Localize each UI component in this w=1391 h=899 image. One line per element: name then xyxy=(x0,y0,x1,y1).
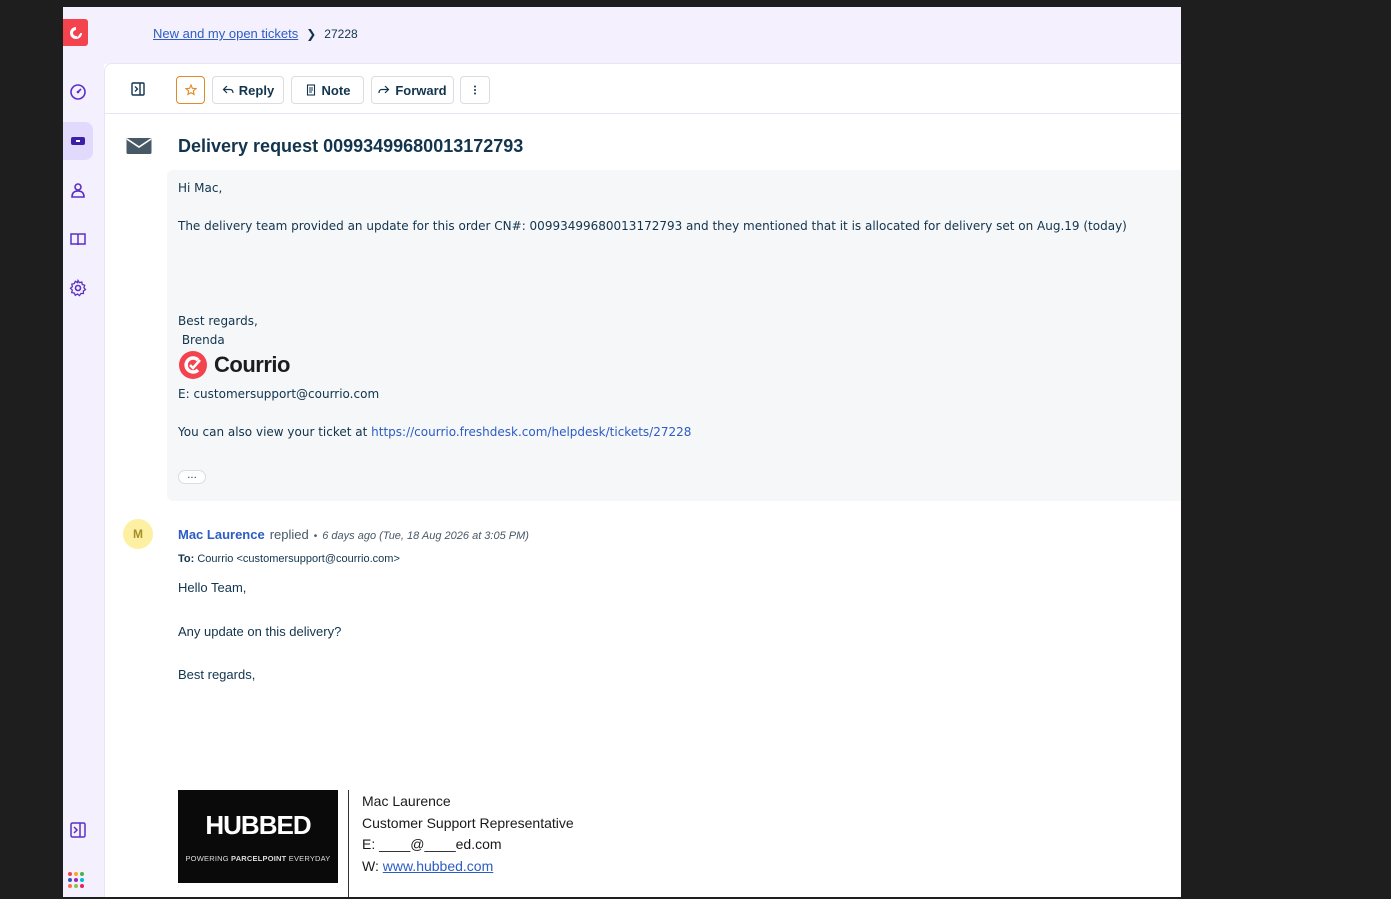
apps-grid-icon[interactable] xyxy=(67,871,85,889)
star-icon xyxy=(184,84,197,96)
reply-separator: • xyxy=(313,531,318,542)
reply-arrow-icon xyxy=(222,85,234,94)
rail-dashboard-button[interactable] xyxy=(63,73,93,111)
avatar: M xyxy=(123,519,153,549)
quoted-signer: Brenda xyxy=(178,333,225,347)
rail-contacts-button[interactable] xyxy=(63,171,93,209)
helpdesk-app: New and my open tickets ❯ 27228 Reply No… xyxy=(63,7,1181,897)
star-button[interactable] xyxy=(176,76,205,104)
vertical-dots-icon xyxy=(474,85,476,95)
ticket-content-panel: Reply Note Forward Delivery request 0099… xyxy=(104,63,1181,897)
quoted-view-line: You can also view your ticket at https:/… xyxy=(178,425,691,439)
reply-verb: replied xyxy=(269,527,309,542)
quoted-greeting: Hi Mac, xyxy=(178,181,223,195)
more-actions-button[interactable] xyxy=(460,76,490,104)
view-ticket-prefix: You can also view your ticket at xyxy=(178,425,372,439)
book-icon xyxy=(70,233,86,246)
hubbed-logo-text: HUBBED xyxy=(205,810,311,840)
note-icon xyxy=(306,84,315,96)
note-button-label: Note xyxy=(321,82,351,98)
reply-body: Any update on this delivery? xyxy=(178,624,342,639)
signature-website: W: www.hubbed.com xyxy=(362,858,494,874)
ticket-icon xyxy=(71,137,85,145)
reply-greeting: Hello Team, xyxy=(178,580,247,595)
sidebar-expand-icon xyxy=(70,822,86,838)
forward-button-label: Forward xyxy=(395,82,447,98)
courrio-brand: Courrio xyxy=(178,350,290,380)
quoted-regards: Best regards, xyxy=(178,314,258,328)
rail-expand-button[interactable] xyxy=(63,811,93,849)
hubbed-logo: HUBBED POWERING PARCELPOINT EVERYDAY xyxy=(178,790,338,883)
reply-to-line: To: Courrio <customersupport@courrio.com… xyxy=(178,553,400,565)
to-value: Courrio <customersupport@courrio.com> xyxy=(197,553,400,565)
show-more-button[interactable]: ... xyxy=(178,470,206,484)
rail-settings-button[interactable] xyxy=(63,269,93,307)
reply-timestamp: 6 days ago (Tue, 18 Aug 2026 at 3:05 PM) xyxy=(322,530,529,542)
note-button[interactable]: Note xyxy=(291,76,364,104)
to-label: To: xyxy=(178,553,195,565)
hubbed-tagline: POWERING PARCELPOINT EVERYDAY xyxy=(185,854,331,863)
hubbed-website-link[interactable]: www.hubbed.com xyxy=(383,858,494,874)
reply-regards: Best regards, xyxy=(178,667,256,682)
left-navigation-rail xyxy=(63,7,104,897)
forward-arrow-icon xyxy=(378,85,390,94)
reply-button[interactable]: Reply xyxy=(212,76,284,104)
quoted-body: The delivery team provided an update for… xyxy=(178,219,1127,233)
person-icon xyxy=(71,183,85,198)
breadcrumb: New and my open tickets ❯ 27228 xyxy=(153,26,358,41)
signature-name: Mac Laurence xyxy=(362,793,451,809)
chevron-right-icon: ❯ xyxy=(306,26,317,41)
gear-icon xyxy=(69,279,87,297)
forward-button[interactable]: Forward xyxy=(371,76,454,104)
ticket-toolbar: Reply Note Forward xyxy=(105,64,1181,114)
reply-author[interactable]: Mac Laurence xyxy=(178,527,265,542)
reply-button-label: Reply xyxy=(238,82,275,98)
courrio-logo-icon[interactable] xyxy=(63,19,88,46)
gauge-icon xyxy=(70,84,86,100)
rail-tickets-button[interactable] xyxy=(63,122,93,160)
quoted-email-line: E: customersupport@courrio.com xyxy=(178,387,380,401)
ticket-subject: Delivery request 00993499680013172793 xyxy=(178,136,524,156)
breadcrumb-current-ticket-id: 27228 xyxy=(324,26,358,41)
signature-divider xyxy=(348,790,349,897)
courrio-brand-name: Courrio xyxy=(214,352,290,377)
rail-knowledge-base-button[interactable] xyxy=(63,220,93,258)
signature-title: Customer Support Representative xyxy=(362,815,574,831)
reply-header: Mac Laurence replied • 6 days ago (Tue, … xyxy=(178,527,529,542)
ticket-portal-link[interactable]: https://courrio.freshdesk.com/helpdesk/t… xyxy=(371,425,691,439)
quoted-agent-message: Hi Mac, The delivery team provided an up… xyxy=(167,170,1181,501)
email-envelope-icon xyxy=(126,138,152,154)
signature-email: E: ____@____ed.com xyxy=(362,836,502,852)
courrio-brand-icon xyxy=(179,351,207,379)
panel-toggle-icon[interactable] xyxy=(130,81,146,97)
breadcrumb-link-open-tickets[interactable]: New and my open tickets xyxy=(153,26,298,41)
top-header-bar: New and my open tickets ❯ 27228 xyxy=(104,7,1181,64)
